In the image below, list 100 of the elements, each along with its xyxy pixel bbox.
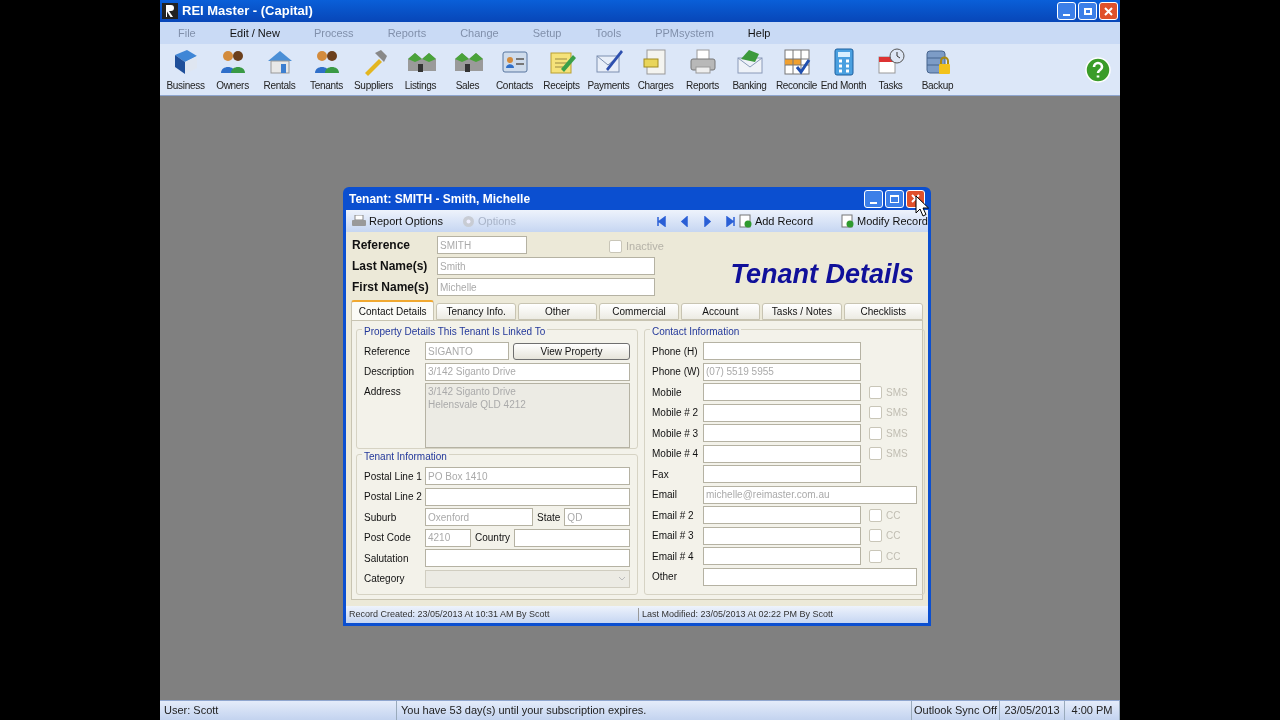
tenant-details-heading: Tenant Details xyxy=(730,257,914,290)
field-label: Category xyxy=(364,572,406,587)
toolbar-button[interactable]: Charges xyxy=(632,47,679,93)
user-text: User: Scott xyxy=(160,701,397,720)
tab[interactable]: Account xyxy=(680,303,761,320)
last-modified-text: Last Modified: 23/05/2013 At 02:22 PM By Scott xyxy=(641,607,834,621)
checklist-grid-icon xyxy=(781,47,812,77)
time-text: 4:00 PM xyxy=(1065,701,1120,720)
toolbar-button[interactable]: Rentals xyxy=(256,47,303,93)
field-label: Email # 2 xyxy=(652,508,695,523)
menu-item[interactable]: Edit / New xyxy=(219,24,290,42)
toolbar-button[interactable]: Banking xyxy=(726,47,773,93)
input-field[interactable] xyxy=(703,567,917,586)
minimize-button[interactable] xyxy=(1057,2,1076,20)
tab[interactable]: Checklists xyxy=(843,303,924,320)
toolbar-button[interactable]: Sales xyxy=(444,47,491,93)
field-label: Mobile # 3 xyxy=(652,426,700,441)
dialog-title: Tenant: SMITH - Smith, Michelle xyxy=(349,190,531,208)
toolbar-button[interactable]: Contacts xyxy=(491,47,538,93)
field-label: Mobile # 4 xyxy=(652,447,700,462)
toolbar-button[interactable]: Add Record xyxy=(738,212,813,230)
toolbar-button[interactable]: Modify Record xyxy=(841,212,928,230)
input-field[interactable] xyxy=(703,383,861,402)
input-field[interactable] xyxy=(514,528,630,547)
field-label: Postal Line 2 xyxy=(364,490,423,505)
field-label: Fax xyxy=(652,467,670,482)
toolbar-button[interactable]: Tasks xyxy=(867,47,914,93)
tab[interactable]: Commercial xyxy=(599,303,679,320)
toolbar-button[interactable]: Backup xyxy=(914,47,961,93)
checkbox[interactable] xyxy=(869,426,882,440)
address-line: Helensvale QLD 4212 xyxy=(428,398,527,411)
tab[interactable]: Tasks / Notes xyxy=(762,303,842,320)
field-label: State xyxy=(536,510,562,525)
toolbar-button[interactable]: Tenants xyxy=(303,47,350,93)
dropdown[interactable] xyxy=(425,569,630,588)
toolbar-button[interactable]: Business xyxy=(162,47,209,93)
input-field[interactable] xyxy=(703,403,861,422)
checkbox[interactable] xyxy=(869,549,882,563)
window-title: REI Master - (Capital) xyxy=(182,2,313,21)
menu-item[interactable]: Help xyxy=(737,24,781,42)
input-field[interactable] xyxy=(703,424,861,443)
input-field[interactable] xyxy=(425,487,630,506)
previous-record-button[interactable] xyxy=(678,215,690,227)
next-record-button[interactable] xyxy=(701,215,713,227)
group-title: Property Details This Tenant Is Linked To xyxy=(362,324,548,339)
toolbar-button[interactable]: Listings xyxy=(397,47,444,93)
date-text: 23/05/2013 xyxy=(1000,701,1065,720)
field-label: First Name(s) xyxy=(352,279,430,296)
toolbar-button[interactable]: Suppliers xyxy=(350,47,397,93)
field-label: Phone (H) xyxy=(652,344,699,359)
input-field[interactable] xyxy=(425,549,630,568)
toolbar-button[interactable]: Report Options xyxy=(350,212,445,230)
toolbar-button[interactable]: Owners xyxy=(209,47,256,93)
chevron-down-icon xyxy=(618,576,626,582)
checkbox[interactable] xyxy=(869,529,882,543)
envelope-icon xyxy=(734,47,765,77)
last-record-button[interactable] xyxy=(724,215,736,227)
checkbox-label: SMS xyxy=(886,426,908,441)
toolbar-button[interactable]: Reports xyxy=(679,47,726,93)
checkbox-label: SMS xyxy=(886,406,908,421)
app-logo-icon xyxy=(162,3,178,19)
restore-button[interactable] xyxy=(1078,2,1097,20)
field-label: Address xyxy=(364,385,402,399)
calendar-clock-icon xyxy=(875,47,906,77)
gear-icon xyxy=(462,214,475,228)
input-field[interactable] xyxy=(703,526,861,545)
toolbar-button[interactable]: Receipts xyxy=(538,47,585,93)
checkbox[interactable] xyxy=(609,239,622,253)
record-created-text: Record Created: 23/05/2013 At 10:31 AM By Scott xyxy=(346,607,639,622)
input-field[interactable] xyxy=(703,342,861,361)
toolbar-button[interactable]: End Month xyxy=(820,47,867,93)
tab[interactable]: Contact Details xyxy=(351,300,435,320)
field-label: Mobile xyxy=(652,385,683,400)
maximize-button[interactable] xyxy=(885,189,904,208)
input-field[interactable] xyxy=(703,506,861,525)
checkbox[interactable] xyxy=(869,508,882,522)
field-label: Postal Line 1 xyxy=(364,469,423,484)
field-label: Mobile # 2 xyxy=(652,406,700,421)
input-field[interactable] xyxy=(703,465,861,484)
field-label: Email # 4 xyxy=(652,549,695,564)
field-label: Suburb xyxy=(364,510,398,525)
field-label: Email xyxy=(652,488,678,503)
field-label: Reference xyxy=(352,237,412,254)
toolbar-button[interactable]: Reconcile xyxy=(773,47,820,93)
first-record-button[interactable] xyxy=(655,215,667,227)
checkbox[interactable] xyxy=(869,406,882,420)
help-icon[interactable] xyxy=(1085,57,1111,83)
field-label: Email # 3 xyxy=(652,529,695,544)
minimize-button[interactable] xyxy=(864,189,883,208)
input-field[interactable] xyxy=(703,444,861,463)
tab[interactable]: Tenancy Info. xyxy=(436,303,516,320)
checkbox[interactable] xyxy=(869,447,882,461)
tab[interactable]: Other xyxy=(517,303,598,320)
checkbox[interactable] xyxy=(869,385,882,399)
view-property-button[interactable]: View Property xyxy=(513,342,630,360)
address-line: 3/142 Siganto Drive xyxy=(428,385,517,398)
input-field[interactable] xyxy=(703,547,861,566)
toolbar-button[interactable]: Payments xyxy=(585,47,632,93)
add-document-icon xyxy=(738,214,752,228)
close-button[interactable] xyxy=(1099,2,1118,20)
